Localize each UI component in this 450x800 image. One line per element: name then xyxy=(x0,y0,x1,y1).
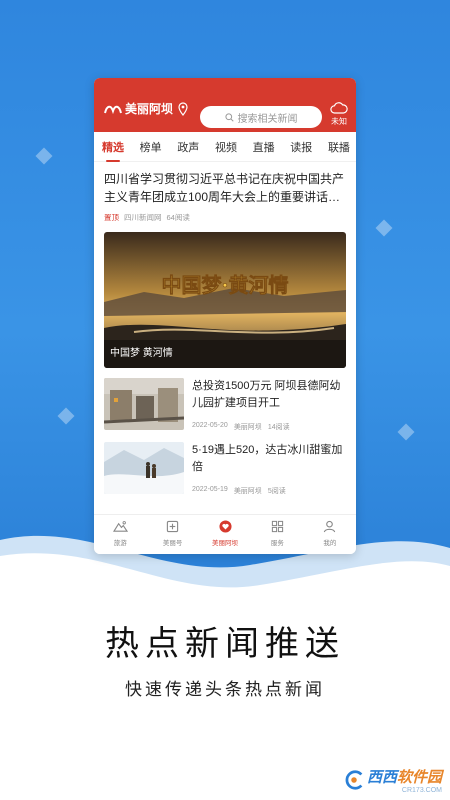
weather-widget[interactable]: 未知 xyxy=(328,102,350,127)
nav-tourism-label: 旅游 xyxy=(113,540,127,547)
news-source: 美丽阿坝 xyxy=(233,488,262,495)
search-icon xyxy=(224,112,234,122)
nav-service[interactable]: 服务 xyxy=(251,515,303,554)
tab-video[interactable]: 视频 xyxy=(215,139,237,155)
nav-meili-hao-label: 美丽号 xyxy=(162,540,183,547)
watermark-logo-icon xyxy=(345,770,363,790)
watermark-domain: CR173.COM xyxy=(401,787,442,794)
tab-rankings[interactable]: 榜单 xyxy=(140,139,162,155)
nav-tourism[interactable]: 旅游 xyxy=(94,515,146,554)
nav-mine-label: 我的 xyxy=(323,540,337,547)
logo-mark-icon xyxy=(104,105,122,114)
search-input[interactable]: 搜索相关新闻 xyxy=(200,106,322,128)
news-reads: 14阅读 xyxy=(267,424,290,431)
location-icon[interactable] xyxy=(177,102,189,116)
headline-reads: 64阅读 xyxy=(166,213,190,222)
headline-meta: 置顶 四川新闻网 64阅读 xyxy=(104,212,346,223)
plus-box-icon xyxy=(166,520,179,533)
nav-service-label: 服务 xyxy=(270,540,284,547)
news-body: 5·19遇上520，达古冰川甜蜜加倍 2022-05-19 美丽阿坝 5阅读 xyxy=(192,442,346,496)
headline-title: 四川省学习贯彻习近平总书记在庆祝中国共产主义青年团成立100周年大会上的重要讲话… xyxy=(104,172,345,204)
nav-meili-aba[interactable]: 美丽阿坝 xyxy=(199,515,251,554)
promo-subtitle: 快速传递头条热点新闻 xyxy=(125,680,325,699)
mountain-icon xyxy=(112,521,128,532)
grid-icon xyxy=(271,520,284,533)
tab-politics[interactable]: 政声 xyxy=(177,139,199,155)
search-placeholder: 搜索相关新闻 xyxy=(237,113,298,125)
news-body: 总投资1500万元 阿坝县德阿幼儿园扩建项目开工 2022-05-20 美丽阿坝… xyxy=(192,378,346,432)
cloud-icon xyxy=(330,102,348,114)
feature-banner-text: 中国梦·黄河情 xyxy=(162,273,289,297)
tab-newspaper[interactable]: 读报 xyxy=(290,139,312,155)
phone-screen: 美丽阿坝 搜索相关新闻 未知 精选 榜单 政声 视频 直播 读报 联播 四川省学… xyxy=(94,78,356,554)
news-meta: 2022-05-20 美丽阿坝 14阅读 xyxy=(192,422,290,432)
news-title: 总投资1500万元 阿坝县德阿幼儿园扩建项目开工 xyxy=(192,380,341,409)
bottom-nav: 旅游 美丽号 美丽阿坝 服务 我的 xyxy=(94,514,356,554)
tab-live[interactable]: 直播 xyxy=(253,139,275,155)
headline-source: 四川新闻网 xyxy=(124,213,162,222)
headline-article[interactable]: 四川省学习贯彻习近平总书记在庆祝中国共产主义青年团成立100周年大会上的重要讲话… xyxy=(94,162,356,223)
news-date: 2022-05-19 xyxy=(192,486,228,493)
nav-meili-hao[interactable]: 美丽号 xyxy=(146,515,198,554)
pinned-badge: 置顶 xyxy=(104,213,119,222)
news-thumbnail xyxy=(104,442,184,494)
watermark-text: 西西软件园 xyxy=(367,766,442,787)
tab-broadcast[interactable]: 联播 xyxy=(328,139,350,155)
news-meta: 2022-05-19 美丽阿坝 5阅读 xyxy=(192,486,286,496)
app-logo: 美丽阿坝 xyxy=(104,100,173,117)
feature-caption: 中国梦 黄河情 xyxy=(110,348,173,359)
app-logo-text: 美丽阿坝 xyxy=(125,102,174,116)
watermark-brand: 西西 xyxy=(366,769,397,786)
app-header: 美丽阿坝 搜索相关新闻 未知 xyxy=(94,78,356,132)
weather-label: 未知 xyxy=(331,117,347,126)
news-title: 5·19遇上520，达古冰川甜蜜加倍 xyxy=(192,444,343,473)
nav-meili-aba-label: 美丽阿坝 xyxy=(212,540,239,547)
news-thumbnail xyxy=(104,378,184,430)
watermark-site: 软件园 xyxy=(396,769,442,786)
nav-mine[interactable]: 我的 xyxy=(304,515,356,554)
news-reads: 5阅读 xyxy=(267,488,286,495)
tab-featured[interactable]: 精选 xyxy=(102,139,124,162)
news-source: 美丽阿坝 xyxy=(233,424,262,431)
category-tabs: 精选 榜单 政声 视频 直播 读报 联播 xyxy=(94,132,356,162)
feature-banner[interactable]: 中国梦·黄河情 中国梦 黄河情 xyxy=(104,232,346,368)
promo-title: 热点新闻推送 xyxy=(105,624,345,664)
watermark: 西西软件园 CR173.COM xyxy=(343,766,442,794)
news-date: 2022-05-20 xyxy=(192,422,228,429)
person-icon xyxy=(324,520,336,533)
list-item[interactable]: 总投资1500万元 阿坝县德阿幼儿园扩建项目开工 2022-05-20 美丽阿坝… xyxy=(94,368,356,432)
list-item[interactable]: 5·19遇上520，达古冰川甜蜜加倍 2022-05-19 美丽阿坝 5阅读 xyxy=(94,432,356,496)
heart-icon xyxy=(218,520,232,533)
